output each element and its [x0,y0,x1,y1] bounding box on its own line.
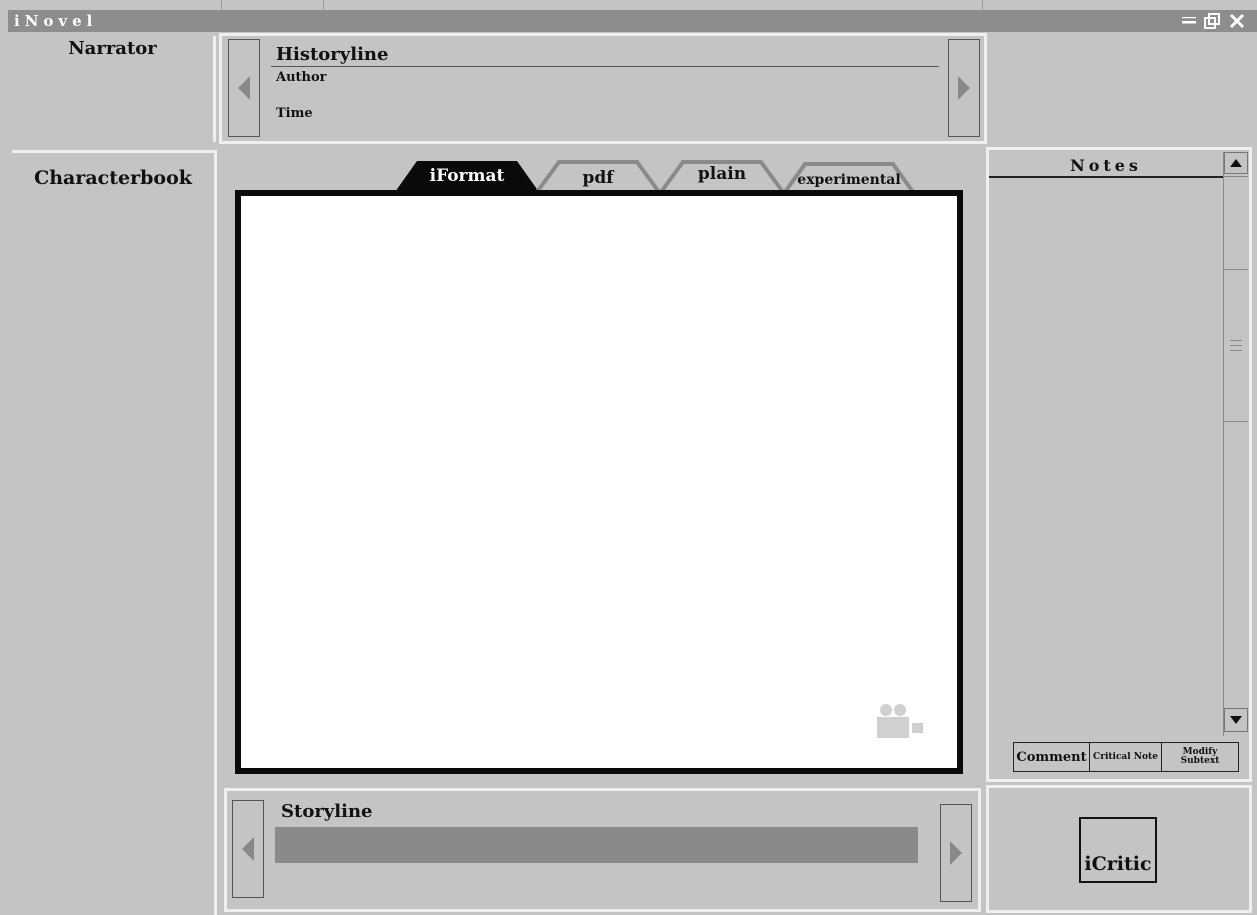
scroll-track[interactable] [1224,176,1248,269]
title-bar: iNovel [0,0,1257,34]
icritic-button[interactable]: iCritic [1079,817,1157,883]
grip-line [1230,340,1242,341]
tab-pdf-label: pdf [582,168,614,188]
restore-button[interactable] [1203,12,1221,30]
tab-iformat-label: iFormat [429,166,505,186]
characterbook-label: Characterbook [34,167,192,189]
arrow-up-icon [1230,159,1242,167]
video-camera-icon [877,704,923,738]
tab-iformat[interactable]: iFormat [395,158,539,194]
arrow-left-icon [242,837,254,861]
document-canvas[interactable] [235,190,963,774]
grip-line [1230,345,1242,346]
modify-subtext-button[interactable]: Modify Subtext [1162,743,1238,771]
notes-actions: Comment Critical Note Modify Subtext [1013,742,1239,772]
storyline-track[interactable] [275,827,918,863]
arrow-right-icon [950,841,962,865]
narrator-label: Narrator [68,38,157,59]
historyline-title: Historyline [276,44,389,65]
minimize-icon [1182,17,1196,24]
icritic-panel: iCritic [986,785,1252,913]
notes-divider [989,176,1223,178]
historyline-author: Author [276,70,327,85]
tab-pdf[interactable]: pdf [535,158,661,194]
historyline-time: Time [276,106,313,121]
scroll-thumb[interactable] [1224,269,1248,422]
restore-icon [1204,13,1220,29]
historyline-prev-button[interactable] [228,39,260,137]
tab-plain[interactable]: plain [659,158,785,194]
arrow-down-icon [1230,716,1242,724]
tab-experimental[interactable]: experimental [783,158,915,194]
storyline-next-button[interactable] [940,804,972,902]
minimize-button[interactable] [1180,12,1198,30]
scroll-up-button[interactable] [1224,152,1248,174]
storyline-panel: Storyline [224,788,981,912]
icritic-label: iCritic [1084,853,1152,875]
historyline-next-button[interactable] [948,39,980,137]
notes-panel: Notes Comment Critical Note Modify Subte… [986,147,1252,782]
comment-button[interactable]: Comment [1014,743,1090,771]
tab-plain-label: plain [697,164,747,184]
narrator-panel[interactable]: Narrator [12,36,216,142]
title-strip [8,10,1257,32]
notes-scrollbar[interactable] [1223,152,1248,736]
storyline-title: Storyline [281,801,373,822]
historyline-panel: Historyline Author Time [219,33,987,144]
historyline-divider [271,66,939,67]
arrow-left-icon [238,76,250,100]
tab-experimental-label: experimental [797,172,901,188]
notes-title: Notes [1070,156,1142,175]
app-title: iNovel [14,12,98,30]
grip-line [1230,350,1242,351]
critical-note-button[interactable]: Critical Note [1090,743,1162,771]
close-icon [1229,13,1245,29]
close-button[interactable] [1228,12,1246,30]
storyline-prev-button[interactable] [232,800,264,898]
scroll-down-button[interactable] [1224,708,1248,732]
arrow-right-icon [958,76,970,100]
characterbook-panel[interactable]: Characterbook [12,150,217,915]
editor-area: iFormat pdf plain experimental [219,147,986,785]
